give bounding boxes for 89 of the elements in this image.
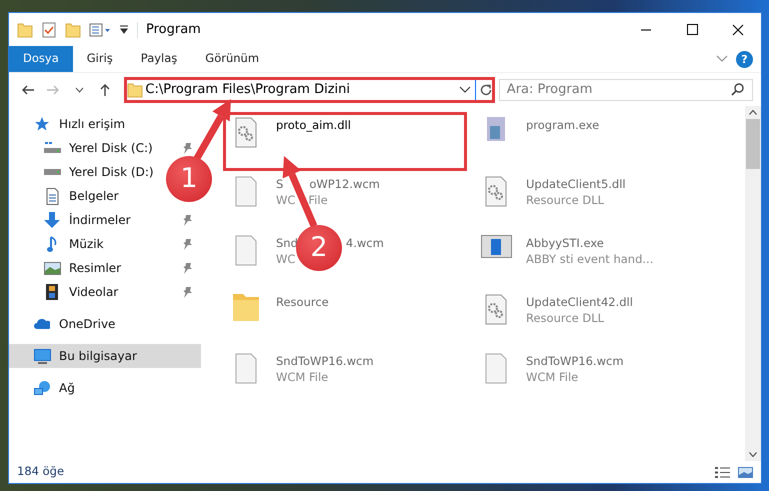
file-icon [235, 235, 257, 266]
file-name: UpdateClient5.dll [526, 176, 626, 192]
ribbon-tab[interactable]: Giriş [72, 46, 127, 72]
file-icon [485, 353, 507, 384]
forward-arrow-icon [47, 84, 60, 94]
maximize-icon [686, 24, 698, 35]
file-type: WC [276, 251, 296, 267]
file-type: ABBY sti event hand... [526, 251, 654, 267]
help-button[interactable]: ? [736, 50, 753, 68]
sidebar-item[interactable]: Belgeler [9, 184, 123, 208]
file-icon [235, 353, 257, 384]
network-icon [34, 381, 50, 395]
gear-file-icon [485, 294, 507, 325]
properties-icon[interactable] [89, 22, 111, 36]
search-box[interactable]: Ara: Program [498, 78, 753, 100]
new-folder-icon[interactable] [65, 22, 81, 38]
ribbon-tab[interactable]: Dosya [9, 46, 73, 72]
expand-ribbon-icon[interactable] [716, 55, 728, 63]
address-bar[interactable]: C:\Program Files\Program Dizini [124, 76, 495, 102]
sidebar-item[interactable]: Videolar [9, 280, 122, 304]
drive-icon [44, 142, 60, 154]
app-window-icon [480, 235, 512, 258]
file-type: WC [276, 192, 296, 208]
checklist-icon[interactable] [41, 22, 57, 38]
file-name: proto_aim.dll [276, 117, 351, 133]
up-arrow-icon [100, 84, 110, 96]
pin-icon[interactable] [183, 142, 193, 154]
file-type: WCM File [526, 369, 578, 385]
details-view-icon[interactable] [715, 466, 730, 478]
search-icon [731, 83, 744, 96]
file-name: SndToWP16.wcm [526, 353, 624, 369]
picture-icon [44, 262, 60, 274]
star-icon [34, 116, 50, 132]
sidebar-item[interactable]: Resimler [9, 256, 126, 280]
file-name: SndToWP16.wcm [276, 353, 374, 369]
file-name: Snd [276, 235, 298, 251]
file-name: program.exe [526, 117, 600, 133]
file-type: Resource DLL [526, 192, 604, 208]
gear-file-icon [235, 117, 257, 148]
file-type: WCM File [276, 369, 328, 385]
document-icon [46, 188, 58, 204]
folder-icon [127, 82, 144, 98]
window-title: Program [146, 20, 201, 39]
ribbon-tab[interactable]: Görünüm [191, 46, 274, 72]
scrollbar-thumb[interactable] [746, 119, 760, 169]
refresh-icon[interactable] [480, 84, 492, 96]
file-name: S [276, 176, 284, 192]
file-name: Resource [276, 294, 329, 310]
pin-icon[interactable] [183, 214, 193, 226]
cloud-icon [34, 319, 50, 329]
sidebar-item[interactable]: Müzik [9, 232, 108, 256]
monitor-icon [34, 348, 50, 364]
sidebar-item[interactable]: Ağ [9, 376, 79, 400]
file-name: UpdateClient42.dll [526, 294, 633, 310]
film-icon [46, 284, 58, 300]
folder-icon[interactable] [17, 22, 33, 38]
pin-icon[interactable] [183, 238, 193, 250]
chevron-down-icon [75, 86, 84, 92]
file-name: AbbyySTI.exe [526, 235, 604, 251]
sidebar-item[interactable]: Hızlı erişim [9, 112, 130, 136]
pin-icon[interactable] [183, 262, 193, 274]
ribbon-tab[interactable]: Paylaş [126, 46, 192, 72]
music-note-icon [47, 236, 57, 252]
drive-icon [44, 169, 60, 175]
customize-caret-icon[interactable] [119, 25, 129, 34]
sidebar-item[interactable]: İndirmeler [9, 208, 135, 232]
file-name: oWP12.wcm [309, 176, 380, 192]
large-icons-view-icon[interactable] [738, 466, 753, 478]
installer-icon [487, 117, 505, 141]
close-icon [732, 24, 744, 36]
scroll-up-icon[interactable] [749, 110, 757, 115]
file-type: File [308, 192, 328, 208]
back-arrow-icon [21, 84, 34, 94]
sidebar-item[interactable]: Yerel Disk (C:) [9, 136, 157, 160]
file-icon [235, 176, 257, 207]
gear-file-icon [485, 176, 507, 207]
sidebar-item[interactable]: OneDrive [9, 312, 120, 336]
scroll-down-icon[interactable] [749, 452, 757, 457]
download-icon [44, 212, 60, 228]
sidebar-item[interactable]: Yerel Disk (D:) [9, 160, 158, 184]
file-name: 4.wcm [346, 235, 384, 251]
sidebar-item[interactable]: Bu bilgisayar [9, 344, 201, 368]
address-field[interactable]: C:\Program Files\Program Dizini [143, 80, 459, 100]
pin-icon[interactable] [183, 286, 193, 298]
minimize-icon [640, 28, 652, 30]
folder-icon [233, 294, 259, 321]
dropdown-caret-icon[interactable] [458, 86, 471, 93]
item-count: 184 öğe [17, 463, 64, 480]
file-type: Resource DLL [526, 310, 604, 326]
